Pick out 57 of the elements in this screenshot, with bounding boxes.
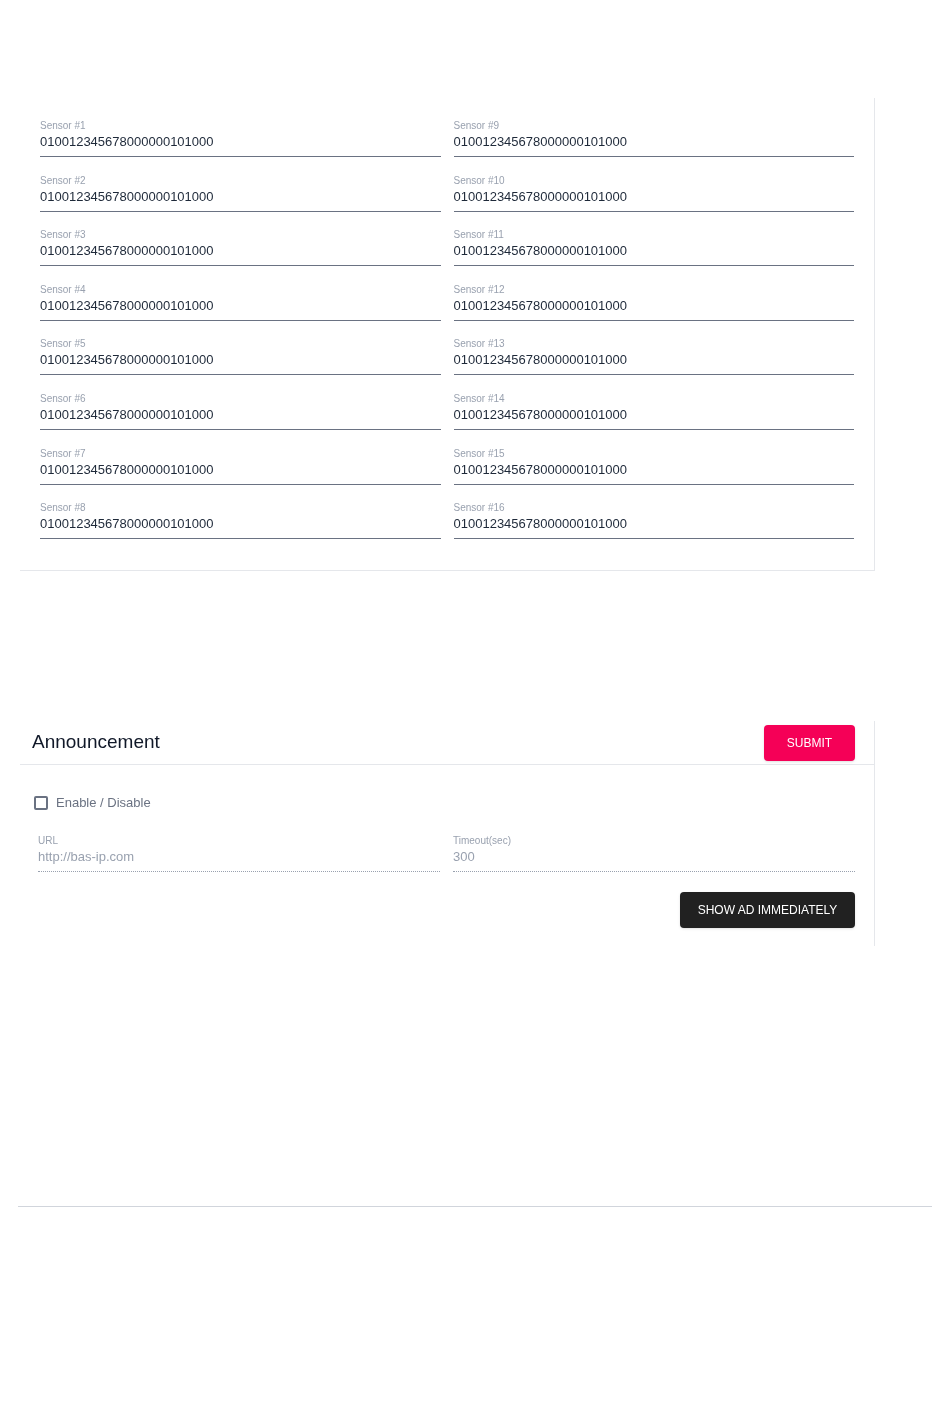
field-label: URL <box>38 834 59 847</box>
checkbox[interactable] <box>34 795 48 810</box>
field-value: 010012345678000000101000 <box>40 460 215 479</box>
text-field[interactable]: Sensor #14 010012345678000000101000 <box>453 392 854 430</box>
field-value: 010012345678000000101000 <box>453 351 629 370</box>
text-field[interactable]: Sensor #1 010012345678000000101000 <box>40 120 441 157</box>
text-field[interactable]: Sensor #9 010012345678000000101000 <box>453 120 854 157</box>
show-ad-button[interactable]: SHOW AD IMMEDIATELY <box>680 891 855 928</box>
field-value: 010012345678000000101000 <box>40 351 215 370</box>
submit-button[interactable]: SUBMIT <box>764 724 855 761</box>
field-value: 010012345678000000101000 <box>40 515 215 534</box>
field-label: Sensor #9 <box>453 120 501 132</box>
text-field[interactable]: Sensor #6 010012345678000000101000 <box>40 392 441 430</box>
field-label: Sensor #2 <box>40 174 87 187</box>
field-label: Sensor #11 <box>453 229 505 242</box>
text-field[interactable]: Sensor #11 010012345678000000101000 <box>453 229 854 267</box>
field-value: 010012345678000000101000 <box>40 405 215 424</box>
field-value: 010012345678000000101000 <box>453 133 629 151</box>
field-value: 010012345678000000101000 <box>40 133 215 151</box>
field-value: 010012345678000000101000 <box>453 405 629 424</box>
field-label: Sensor #1 <box>40 120 87 132</box>
field-value: 010012345678000000101000 <box>453 242 629 261</box>
field-label: Sensor #16 <box>453 502 506 515</box>
text-field[interactable]: Sensor #2 010012345678000000101000 <box>40 174 441 212</box>
field-value: 010012345678000000101000 <box>40 242 215 261</box>
card-title: Announcement <box>32 730 160 755</box>
field-value: 010012345678000000101000 <box>40 187 215 206</box>
field-value: 010012345678000000101000 <box>453 515 629 534</box>
field-label: Sensor #12 <box>453 283 506 296</box>
field-label: Sensor #7 <box>40 447 87 460</box>
field-label: Sensor #8 <box>40 502 87 515</box>
text-field[interactable]: Sensor #8 010012345678000000101000 <box>40 502 441 540</box>
text-field[interactable]: Sensor #13 010012345678000000101000 <box>453 338 854 376</box>
text-field[interactable]: Sensor #10 010012345678000000101000 <box>453 174 854 212</box>
field-value: 010012345678000000101000 <box>453 460 629 479</box>
field-label: Sensor #4 <box>40 283 87 296</box>
text-field[interactable]: Sensor #5 010012345678000000101000 <box>40 338 441 376</box>
text-field[interactable]: Sensor #16 010012345678000000101000 <box>453 502 854 540</box>
text-field[interactable]: Sensor #15 010012345678000000101000 <box>453 447 854 485</box>
text-field[interactable]: Sensor #7 010012345678000000101000 <box>40 447 441 485</box>
text-field[interactable]: Sensor #4 010012345678000000101000 <box>40 283 441 321</box>
checkbox-label: Enable / Disable <box>56 794 151 813</box>
field-label: Sensor #3 <box>40 229 87 242</box>
field-value: 010012345678000000101000 <box>40 296 215 315</box>
field-value: 010012345678000000101000 <box>453 296 629 315</box>
field-label: Timeout(sec) <box>453 834 512 847</box>
field-label: Sensor #13 <box>453 338 506 351</box>
field-value: http://bas-ip.com <box>38 847 136 866</box>
field-label: Sensor #14 <box>453 392 506 405</box>
field-label: Sensor #10 <box>453 174 506 187</box>
text-field[interactable]: Sensor #3 010012345678000000101000 <box>40 229 441 267</box>
text-field[interactable]: Sensor #12 010012345678000000101000 <box>453 283 854 321</box>
field-value: 300 <box>453 847 476 866</box>
field-label: Sensor #6 <box>40 392 87 405</box>
field-value: 010012345678000000101000 <box>453 187 629 206</box>
field-label: Sensor #5 <box>40 338 87 351</box>
field-label: Sensor #15 <box>453 447 506 460</box>
